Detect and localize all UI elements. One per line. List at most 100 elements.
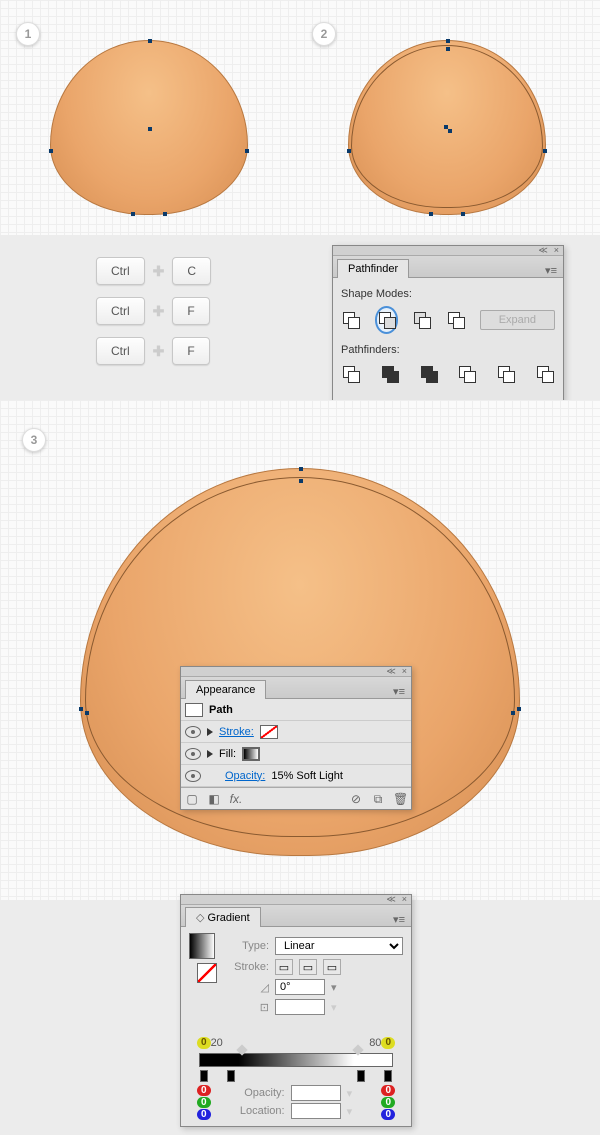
anchor-point[interactable]: [511, 711, 515, 715]
anchor-point[interactable]: [429, 212, 433, 216]
stroke-along-icon[interactable]: ▭: [299, 959, 317, 975]
collapse-icon[interactable]: ≪: [386, 895, 395, 904]
anchor-point[interactable]: [517, 707, 521, 711]
expand-toggle-icon[interactable]: [207, 750, 213, 758]
panel-tabs: Pathfinder ▾≡: [333, 256, 563, 278]
visibility-toggle-icon[interactable]: [185, 748, 201, 760]
tab-appearance[interactable]: Appearance: [185, 680, 266, 699]
angle-input[interactable]: [275, 979, 325, 995]
duplicate-icon[interactable]: ⧉: [371, 792, 385, 806]
anchor-point[interactable]: [148, 39, 152, 43]
visibility-toggle-icon[interactable]: [185, 726, 201, 738]
tab-gradient[interactable]: ◇ Gradient: [185, 907, 261, 927]
crop-button[interactable]: [457, 362, 478, 386]
new-fill-icon[interactable]: ◧: [207, 792, 221, 806]
stop-opacity-input[interactable]: [291, 1085, 341, 1101]
minus-front-button[interactable]: [375, 306, 399, 334]
new-stroke-icon[interactable]: ▢: [185, 792, 199, 806]
anchor-point[interactable]: [79, 707, 83, 711]
fx-icon[interactable]: fx.: [229, 792, 243, 806]
collapse-icon[interactable]: ≪: [538, 246, 547, 255]
expand-toggle-icon[interactable]: [207, 728, 213, 736]
exclude-button[interactable]: [446, 308, 466, 332]
gradient-stop[interactable]: [200, 1070, 208, 1082]
anchor-point[interactable]: [446, 39, 450, 43]
expand-button[interactable]: Expand: [480, 310, 555, 330]
anchor-point[interactable]: [543, 149, 547, 153]
outline-button[interactable]: [496, 362, 517, 386]
appearance-row-stroke[interactable]: Stroke:: [181, 721, 411, 743]
fill-swatch[interactable]: [242, 747, 260, 761]
anchor-point[interactable]: [446, 47, 450, 51]
appearance-row-fill[interactable]: Fill:: [181, 743, 411, 765]
gradient-panel[interactable]: ≪ × ◇ Gradient ▾≡ Type: Linear: [180, 894, 412, 1127]
tab-pathfinder[interactable]: Pathfinder: [337, 259, 409, 278]
aspect-input[interactable]: [275, 999, 325, 1015]
close-icon[interactable]: ×: [402, 667, 407, 676]
unite-button[interactable]: [341, 308, 361, 332]
panel-menu-icon[interactable]: ▾≡: [539, 264, 563, 277]
gradient-stop[interactable]: [357, 1070, 365, 1082]
anchor-point[interactable]: [299, 479, 303, 483]
value-chip: 0: [197, 1097, 211, 1108]
stroke-swatch-none[interactable]: [260, 725, 278, 739]
opacity-label[interactable]: Opacity:: [225, 770, 265, 782]
anchor-point[interactable]: [49, 149, 53, 153]
anchor-point[interactable]: [299, 467, 303, 471]
anchor-point[interactable]: [448, 129, 452, 133]
clear-icon[interactable]: ⊘: [349, 792, 363, 806]
appearance-row-object[interactable]: Path: [181, 699, 411, 721]
pathfinder-panel[interactable]: ≪ × Pathfinder ▾≡ Shape Modes: Expand Pa…: [332, 245, 564, 403]
info-section: Ctrl ✚ C Ctrl ✚ F Ctrl ✚ F ≪ × Pathfinde…: [0, 235, 600, 400]
panel-menu-icon[interactable]: ▾≡: [387, 685, 411, 698]
anchor-point[interactable]: [245, 149, 249, 153]
pathfinders-row: [341, 362, 555, 386]
anchor-point[interactable]: [163, 212, 167, 216]
shortcut-row: Ctrl ✚ C: [96, 257, 211, 285]
trash-icon[interactable]: 🗑: [393, 792, 407, 806]
appearance-list: Path Stroke: Fill: Opacity: 15% Soft Lig…: [181, 699, 411, 787]
gradient-stop[interactable]: [227, 1070, 235, 1082]
gradient-slider[interactable]: [199, 1053, 393, 1067]
anchor-point[interactable]: [347, 149, 351, 153]
anchor-point[interactable]: [148, 127, 152, 131]
shape-bun-2[interactable]: [348, 40, 546, 215]
shape-bun-1[interactable]: [50, 40, 248, 215]
gradient-type-select[interactable]: Linear: [275, 937, 403, 955]
pathfinders-label: Pathfinders:: [341, 344, 555, 356]
stroke-proxy-swatch[interactable]: [197, 963, 217, 983]
midpoint-left: 20: [211, 1037, 223, 1049]
plus-icon: ✚: [153, 263, 165, 280]
anchor-point[interactable]: [85, 711, 89, 715]
panel-menu-icon[interactable]: ▾≡: [387, 913, 411, 926]
stop-location-label: Location:: [240, 1105, 285, 1117]
close-icon[interactable]: ×: [402, 895, 407, 904]
key-letter: F: [172, 297, 209, 325]
visibility-toggle-icon[interactable]: [185, 770, 201, 782]
opacity-value: 15% Soft Light: [271, 770, 343, 782]
keyboard-shortcuts: Ctrl ✚ C Ctrl ✚ F Ctrl ✚ F: [96, 257, 211, 377]
anchor-point[interactable]: [461, 212, 465, 216]
gradient-preview-swatch[interactable]: [189, 933, 215, 959]
divide-button[interactable]: [341, 362, 362, 386]
intersect-button[interactable]: [412, 308, 432, 332]
merge-button[interactable]: [418, 362, 439, 386]
info-section-2: ≪ × ◇ Gradient ▾≡ Type: Linear: [0, 900, 600, 1135]
anchor-point[interactable]: [131, 212, 135, 216]
appearance-panel[interactable]: ≪ × Appearance ▾≡ Path Stroke: Fill:: [180, 666, 412, 810]
stroke-within-icon[interactable]: ▭: [275, 959, 293, 975]
stroke-label[interactable]: Stroke:: [219, 726, 254, 738]
stroke-across-icon[interactable]: ▭: [323, 959, 341, 975]
stop-location-input[interactable]: [291, 1103, 341, 1119]
gradient-stop[interactable]: [384, 1070, 392, 1082]
aspect-icon: ⊡: [225, 1001, 269, 1014]
value-chip: 0: [197, 1085, 211, 1096]
close-icon[interactable]: ×: [554, 246, 559, 255]
appearance-row-opacity[interactable]: Opacity: 15% Soft Light: [181, 765, 411, 787]
collapse-icon[interactable]: ≪: [386, 667, 395, 676]
appearance-footer: ▢ ◧ fx. ⊘ ⧉ 🗑: [181, 787, 411, 809]
value-chip: 0: [197, 1037, 211, 1049]
minus-back-button[interactable]: [534, 362, 555, 386]
fill-stroke-proxy[interactable]: [189, 933, 217, 1019]
trim-button[interactable]: [380, 362, 401, 386]
